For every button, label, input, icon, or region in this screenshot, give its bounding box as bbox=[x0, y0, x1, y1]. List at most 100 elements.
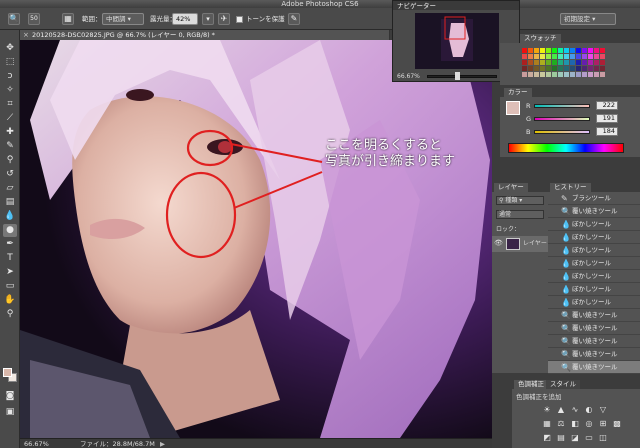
swatch-cell[interactable] bbox=[600, 60, 605, 65]
swatch-cell[interactable] bbox=[594, 54, 599, 59]
stamp-tool-icon[interactable]: ⚲ bbox=[3, 154, 17, 167]
swatch-cell[interactable] bbox=[564, 72, 569, 77]
history-tab[interactable]: ヒストリー bbox=[550, 183, 591, 192]
swatch-cell[interactable] bbox=[570, 48, 575, 53]
swatch-cell[interactable] bbox=[588, 54, 593, 59]
swatch-cell[interactable] bbox=[600, 48, 605, 53]
swatch-cell[interactable] bbox=[558, 48, 563, 53]
status-zoom[interactable]: 66.67% bbox=[24, 439, 49, 448]
swatch-cell[interactable] bbox=[582, 60, 587, 65]
navigator-zoom-handle[interactable] bbox=[455, 72, 460, 80]
history-item[interactable]: 🔍 覆い焼きツール bbox=[548, 322, 640, 335]
swatch-cell[interactable] bbox=[588, 60, 593, 65]
history-item[interactable]: 💧 ぼかしツール bbox=[548, 231, 640, 244]
eye-icon[interactable]: 👁 bbox=[494, 239, 503, 247]
navigator-zoom[interactable]: 66.67% bbox=[397, 73, 420, 80]
swatch-cell[interactable] bbox=[576, 66, 581, 71]
color-b-slider[interactable] bbox=[534, 130, 590, 134]
swatch-cell[interactable] bbox=[558, 60, 563, 65]
history-item[interactable]: 💧 ぼかしツール bbox=[548, 283, 640, 296]
layers-tab[interactable]: レイヤー bbox=[494, 183, 528, 192]
swatches-tab[interactable]: スウォッチ bbox=[520, 34, 561, 43]
swatch-cell[interactable] bbox=[576, 60, 581, 65]
history-item[interactable]: 🔍 覆い焼きツール bbox=[548, 309, 640, 322]
swatch-cell[interactable] bbox=[600, 66, 605, 71]
quick-select-tool-icon[interactable]: ✧ bbox=[3, 84, 17, 97]
type-tool-icon[interactable]: T bbox=[3, 252, 17, 265]
shape-tool-icon[interactable]: ▭ bbox=[3, 280, 17, 293]
history-item[interactable]: 💧 ぼかしツール bbox=[548, 218, 640, 231]
swatch-cell[interactable] bbox=[540, 66, 545, 71]
color-b-input[interactable]: 184 bbox=[596, 127, 618, 136]
swatch-cell[interactable] bbox=[552, 72, 557, 77]
swatch-cell[interactable] bbox=[534, 60, 539, 65]
marquee-tool-icon[interactable]: ⬚ bbox=[3, 56, 17, 69]
swatch-cell[interactable] bbox=[540, 48, 545, 53]
document-tab[interactable]: × 20120528-DSC02825.JPG @ 66.7% (レイヤー 0,… bbox=[20, 30, 390, 40]
color-spectrum-bar[interactable] bbox=[508, 143, 624, 153]
posterize-icon[interactable]: ▤ bbox=[556, 433, 566, 443]
swatch-cell[interactable] bbox=[570, 66, 575, 71]
swatch-cell[interactable] bbox=[540, 60, 545, 65]
swatches-grid[interactable] bbox=[500, 48, 640, 80]
history-item[interactable]: 💧 ぼかしツール bbox=[548, 270, 640, 283]
dodge-tool-preset-icon[interactable]: 🔍 bbox=[8, 13, 20, 25]
swatch-cell[interactable] bbox=[546, 72, 551, 77]
swatch-cell[interactable] bbox=[534, 66, 539, 71]
exposure-icon[interactable]: ◐ bbox=[584, 405, 594, 415]
channel-mixer-icon[interactable]: ⊞ bbox=[598, 419, 608, 429]
path-select-tool-icon[interactable]: ➤ bbox=[3, 266, 17, 279]
exposure-dropdown-icon[interactable]: ▾ bbox=[202, 13, 214, 25]
eyedropper-tool-icon[interactable]: ⟋ bbox=[3, 112, 17, 125]
history-brush-tool-icon[interactable]: ↺ bbox=[3, 168, 17, 181]
invert-icon[interactable]: ◩ bbox=[542, 433, 552, 443]
swatch-cell[interactable] bbox=[528, 72, 533, 77]
eraser-tool-icon[interactable]: ▱ bbox=[3, 182, 17, 195]
swatch-cell[interactable] bbox=[540, 72, 545, 77]
move-tool-icon[interactable]: ✥ bbox=[3, 42, 17, 55]
history-item[interactable]: 🔍 覆い焼きツール bbox=[548, 205, 640, 218]
swatch-cell[interactable] bbox=[576, 54, 581, 59]
history-item[interactable]: 💧 ぼかしツール bbox=[548, 244, 640, 257]
swatch-cell[interactable] bbox=[570, 54, 575, 59]
foreground-color-swatch[interactable] bbox=[3, 368, 12, 377]
swatch-cell[interactable] bbox=[570, 72, 575, 77]
swatch-cell[interactable] bbox=[534, 72, 539, 77]
swatch-cell[interactable] bbox=[564, 48, 569, 53]
history-item[interactable]: 💧 ぼかしツール bbox=[548, 296, 640, 309]
color-r-input[interactable]: 222 bbox=[596, 101, 618, 110]
swatch-cell[interactable] bbox=[600, 54, 605, 59]
history-item[interactable]: 🔍 覆い焼きツール bbox=[548, 335, 640, 348]
swatch-cell[interactable] bbox=[522, 48, 527, 53]
swatch-cell[interactable] bbox=[528, 48, 533, 53]
bw-icon[interactable]: ◧ bbox=[570, 419, 580, 429]
swatch-cell[interactable] bbox=[576, 48, 581, 53]
workspace-select[interactable]: 初期設定 ▾ bbox=[560, 13, 616, 25]
layers-filter-select[interactable]: ⚲ 種類 ▾ bbox=[496, 196, 544, 205]
swatch-cell[interactable] bbox=[528, 54, 533, 59]
history-item[interactable]: 🔍 覆い焼きツール bbox=[548, 361, 640, 374]
swatch-cell[interactable] bbox=[594, 60, 599, 65]
curves-icon[interactable]: ∿ bbox=[570, 405, 580, 415]
document-canvas[interactable]: ここを明るくすると 写真が引き締まります bbox=[20, 40, 492, 438]
swatch-cell[interactable] bbox=[564, 60, 569, 65]
selective-color-icon[interactable]: ◫ bbox=[598, 433, 608, 443]
swatch-cell[interactable] bbox=[558, 54, 563, 59]
healing-tool-icon[interactable]: ✚ bbox=[3, 126, 17, 139]
swatch-cell[interactable] bbox=[552, 54, 557, 59]
color-tab[interactable]: カラー bbox=[504, 88, 532, 97]
gradient-tool-icon[interactable]: ▤ bbox=[3, 196, 17, 209]
swatch-cell[interactable] bbox=[534, 54, 539, 59]
styles-tab[interactable]: スタイル bbox=[546, 380, 580, 389]
swatch-cell[interactable] bbox=[588, 66, 593, 71]
swatch-cell[interactable] bbox=[522, 54, 527, 59]
swatch-cell[interactable] bbox=[594, 48, 599, 53]
navigator-tab[interactable]: ナビゲーター bbox=[397, 2, 436, 10]
swatch-cell[interactable] bbox=[564, 54, 569, 59]
swatch-cell[interactable] bbox=[582, 66, 587, 71]
swatch-cell[interactable] bbox=[558, 66, 563, 71]
hand-tool-icon[interactable]: ✋ bbox=[3, 294, 17, 307]
swatch-cell[interactable] bbox=[594, 66, 599, 71]
zoom-tool-icon[interactable]: ⚲ bbox=[3, 308, 17, 321]
gradient-map-icon[interactable]: ▭ bbox=[584, 433, 594, 443]
